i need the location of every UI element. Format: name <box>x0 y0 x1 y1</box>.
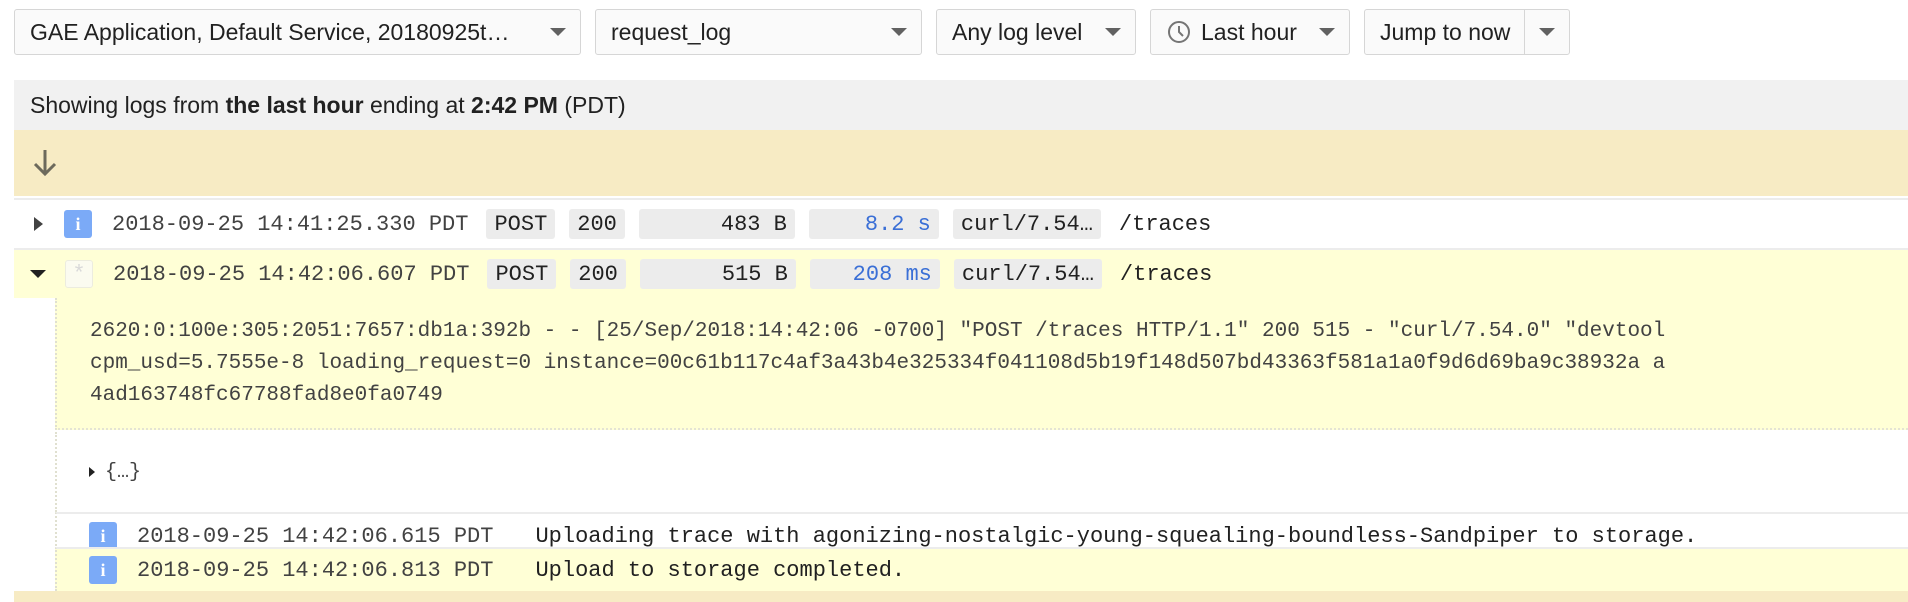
jump-to-now-split-button: Jump to now <box>1364 9 1571 55</box>
http-method: POST <box>487 259 557 289</box>
banner-time: 2:42 PM <box>471 91 558 118</box>
details-text: 2620:0:100e:305:2051:7657:db1a:392b - - … <box>90 316 1665 412</box>
latency: 208 ms <box>809 259 940 289</box>
timestamp: 2018-09-25 14:42:06.615 PDT <box>137 523 494 549</box>
banner-suffix: (PDT) <box>557 91 626 118</box>
jump-options-button[interactable] <box>1525 10 1569 54</box>
latency: 8.2 s <box>808 209 939 239</box>
log-entry-details: 2620:0:100e:305:2051:7657:db1a:392b - - … <box>55 298 1908 430</box>
response-size: 515 B <box>639 259 796 289</box>
http-status: 200 <box>569 209 625 239</box>
chevron-down-icon <box>1105 28 1121 36</box>
json-payload-toggle[interactable]: {…} <box>55 432 1908 512</box>
banner-prefix: Showing logs from <box>30 91 226 118</box>
collapse-icon[interactable] <box>30 270 46 278</box>
info-severity-icon: i <box>64 210 92 238</box>
jump-to-now-button[interactable]: Jump to now <box>1365 10 1526 54</box>
info-severity-icon: i <box>89 522 117 550</box>
user-agent: curl/7.54… <box>953 259 1102 289</box>
expand-icon[interactable] <box>34 217 43 231</box>
http-status: 200 <box>570 259 626 289</box>
resource-selector-label: GAE Application, Default Service, 201809… <box>30 18 510 45</box>
response-size: 483 B <box>638 209 795 239</box>
json-collapsed-label: {…} <box>105 460 142 484</box>
expand-icon[interactable] <box>89 467 95 477</box>
clock-icon <box>1168 21 1190 43</box>
info-severity-icon: i <box>89 556 117 584</box>
arrow-down-icon[interactable] <box>30 146 60 180</box>
chevron-down-icon <box>1319 28 1335 36</box>
time-range-label: Last hour <box>1201 18 1297 45</box>
log-name-label: request_log <box>611 18 732 45</box>
any-severity-icon: * <box>65 260 93 288</box>
load-older-bar <box>14 130 1908 196</box>
request-path: /traces <box>1119 261 1213 287</box>
log-message: Uploading trace with agonizing-nostalgic… <box>535 523 1698 549</box>
banner-range: the last hour <box>225 91 364 118</box>
time-range-banner: Showing logs from the last hour ending a… <box>14 80 1908 130</box>
timestamp: 2018-09-25 14:42:06.813 PDT <box>137 557 494 583</box>
log-level-label: Any log level <box>952 18 1083 45</box>
banner-middle: ending at <box>363 91 472 118</box>
resource-selector[interactable]: GAE Application, Default Service, 201809… <box>14 9 581 55</box>
request-path: /traces <box>1118 211 1212 237</box>
log-entry-row[interactable]: i 2018-09-25 14:41:25.330 PDT POST 200 4… <box>14 198 1908 248</box>
http-method: POST <box>486 209 556 239</box>
timestamp: 2018-09-25 14:41:25.330 PDT <box>112 211 469 237</box>
log-message: Upload to storage completed. <box>535 557 906 583</box>
chevron-down-icon <box>1539 28 1556 36</box>
timestamp: 2018-09-25 14:42:06.607 PDT <box>113 261 470 287</box>
jump-to-now-label: Jump to now <box>1380 18 1511 45</box>
child-log-row[interactable]: i 2018-09-25 14:42:06.813 PDT Upload to … <box>55 547 1908 591</box>
details-line: cpm_usd=5.7555e-8 loading_request=0 inst… <box>90 352 1666 375</box>
time-range-selector[interactable]: Last hour <box>1150 9 1350 55</box>
chevron-down-icon <box>891 28 907 36</box>
details-line: 4ad163748fc67788fad8e0fa0749 <box>90 384 443 407</box>
details-line: 2620:0:100e:305:2051:7657:db1a:392b - - … <box>90 320 1666 343</box>
chevron-down-icon <box>550 28 566 36</box>
user-agent: curl/7.54… <box>952 209 1101 239</box>
load-newer-bar <box>14 591 1908 602</box>
log-viewer-toolbar: GAE Application, Default Service, 201809… <box>14 9 1571 55</box>
log-name-selector[interactable]: request_log <box>595 9 922 55</box>
log-level-selector[interactable]: Any log level <box>936 9 1136 55</box>
log-entry-row[interactable]: * 2018-09-25 14:42:06.607 PDT POST 200 5… <box>14 248 1908 298</box>
